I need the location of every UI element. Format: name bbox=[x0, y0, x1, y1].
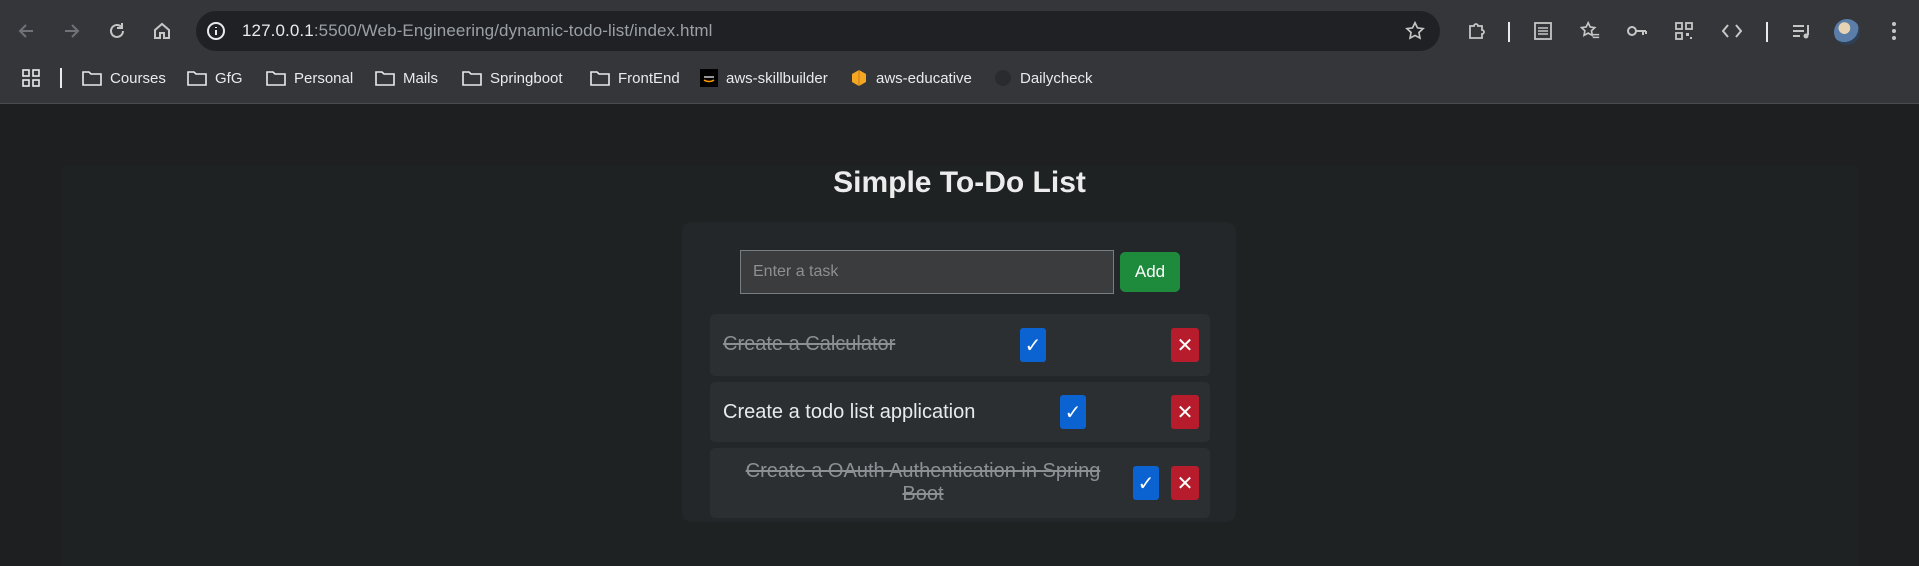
bookmarks-manager-button[interactable] bbox=[1573, 14, 1607, 48]
aws-icon bbox=[700, 69, 718, 87]
bookmark-mails[interactable]: Mails bbox=[375, 62, 438, 94]
bookmark-label: Dailycheck bbox=[1020, 69, 1093, 87]
bookmark-courses[interactable]: Courses bbox=[82, 62, 166, 94]
forward-button[interactable] bbox=[54, 14, 88, 48]
qr-code-button[interactable] bbox=[1667, 14, 1701, 48]
bookmarks-bar: Courses GfG Personal Mails Springboot Fr… bbox=[0, 62, 1919, 94]
bookmark-label: Personal bbox=[294, 69, 354, 87]
github-icon bbox=[995, 70, 1011, 86]
task-input[interactable] bbox=[740, 250, 1114, 294]
complete-task-button[interactable]: ✓ bbox=[1133, 466, 1159, 500]
toolbar-separator bbox=[1508, 22, 1510, 42]
code-icon bbox=[1721, 24, 1743, 38]
close-icon: ✕ bbox=[1176, 401, 1194, 424]
check-icon: ✓ bbox=[1137, 472, 1155, 495]
bookmark-star-icon[interactable] bbox=[1404, 20, 1426, 42]
home-button[interactable] bbox=[145, 14, 179, 48]
delete-task-button[interactable]: ✕ bbox=[1171, 466, 1199, 500]
reload-button[interactable] bbox=[100, 14, 134, 48]
back-button[interactable] bbox=[10, 14, 44, 48]
close-icon: ✕ bbox=[1176, 472, 1194, 495]
url-text: 127.0.0.1:5500/Web-Engineering/dynamic-t… bbox=[242, 21, 713, 41]
media-controls-button[interactable] bbox=[1785, 14, 1819, 48]
bookmark-aws-skillbuilder[interactable]: aws-skillbuilder bbox=[700, 62, 828, 94]
task-text: Create a Calculator bbox=[723, 333, 896, 355]
apps-button[interactable] bbox=[22, 62, 40, 94]
bookmark-aws-educative[interactable]: aws-educative bbox=[850, 62, 972, 94]
task-item: Create a Calculator ✓ ✕ bbox=[710, 314, 1210, 376]
folder-icon bbox=[266, 71, 286, 86]
check-icon: ✓ bbox=[1064, 401, 1082, 424]
task-text: Create a OAuth Authentication in Spring … bbox=[745, 460, 1101, 505]
arrow-left-icon bbox=[18, 24, 33, 38]
close-icon: ✕ bbox=[1176, 334, 1194, 357]
toolbar-separator bbox=[1766, 22, 1768, 42]
address-bar[interactable]: 127.0.0.1:5500/Web-Engineering/dynamic-t… bbox=[196, 11, 1440, 51]
bookmark-label: Mails bbox=[403, 69, 439, 87]
reload-icon bbox=[110, 23, 124, 38]
reading-list-button[interactable] bbox=[1526, 14, 1560, 48]
check-icon: ✓ bbox=[1024, 334, 1042, 357]
site-info-icon[interactable] bbox=[206, 21, 226, 41]
task-item: Create a OAuth Authentication in Spring … bbox=[710, 448, 1210, 518]
qr-code-icon bbox=[1675, 22, 1693, 40]
url-path: :5500/Web-Engineering/dynamic-todo-list/… bbox=[313, 21, 713, 40]
puzzle-icon bbox=[1469, 23, 1485, 39]
arrow-right-icon bbox=[65, 24, 80, 38]
bookmark-frontend[interactable]: FrontEnd bbox=[590, 62, 680, 94]
star-list-icon bbox=[1579, 20, 1600, 39]
educative-icon bbox=[852, 70, 866, 86]
key-icon bbox=[1627, 26, 1647, 36]
bookmark-label: FrontEnd bbox=[618, 69, 680, 87]
add-task-button[interactable]: Add bbox=[1120, 252, 1180, 292]
folder-icon bbox=[375, 71, 395, 86]
media-queue-icon bbox=[1793, 25, 1809, 39]
devtools-button[interactable] bbox=[1715, 14, 1749, 48]
bookmark-label: GfG bbox=[215, 69, 243, 87]
folder-icon bbox=[590, 71, 610, 86]
bookmark-personal[interactable]: Personal bbox=[266, 62, 353, 94]
folder-icon bbox=[187, 71, 207, 86]
bookmark-dailycheck[interactable]: Dailycheck bbox=[994, 62, 1093, 94]
reading-list-icon bbox=[1534, 22, 1552, 40]
browser-chrome: 127.0.0.1:5500/Web-Engineering/dynamic-t… bbox=[0, 0, 1919, 104]
password-manager-button[interactable] bbox=[1620, 14, 1654, 48]
bookmark-gfg[interactable]: GfG bbox=[187, 62, 243, 94]
folder-icon bbox=[82, 71, 102, 86]
bookmarks-separator bbox=[60, 68, 62, 88]
task-text: Create a todo list application bbox=[723, 401, 976, 423]
bookmark-label: Courses bbox=[110, 69, 166, 87]
bookmark-springboot[interactable]: Springboot bbox=[462, 62, 563, 94]
home-icon bbox=[154, 22, 170, 39]
task-item: Create a todo list application ✓ ✕ bbox=[710, 382, 1210, 442]
bookmark-label: aws-educative bbox=[876, 69, 972, 87]
menu-button[interactable] bbox=[1877, 14, 1911, 48]
folder-icon bbox=[462, 71, 482, 86]
bookmark-label: Springboot bbox=[490, 69, 563, 87]
page-title: Simple To-Do List bbox=[833, 166, 1086, 199]
profile-avatar[interactable] bbox=[1834, 19, 1860, 45]
delete-task-button[interactable]: ✕ bbox=[1171, 328, 1199, 362]
complete-task-button[interactable]: ✓ bbox=[1020, 328, 1046, 362]
extensions-button[interactable] bbox=[1460, 14, 1494, 48]
delete-task-button[interactable]: ✕ bbox=[1171, 395, 1199, 429]
bookmark-label: aws-skillbuilder bbox=[726, 69, 828, 87]
complete-task-button[interactable]: ✓ bbox=[1060, 395, 1086, 429]
more-vertical-icon bbox=[1892, 22, 1896, 40]
url-host: 127.0.0.1 bbox=[242, 21, 314, 40]
apps-grid-icon bbox=[22, 69, 40, 87]
